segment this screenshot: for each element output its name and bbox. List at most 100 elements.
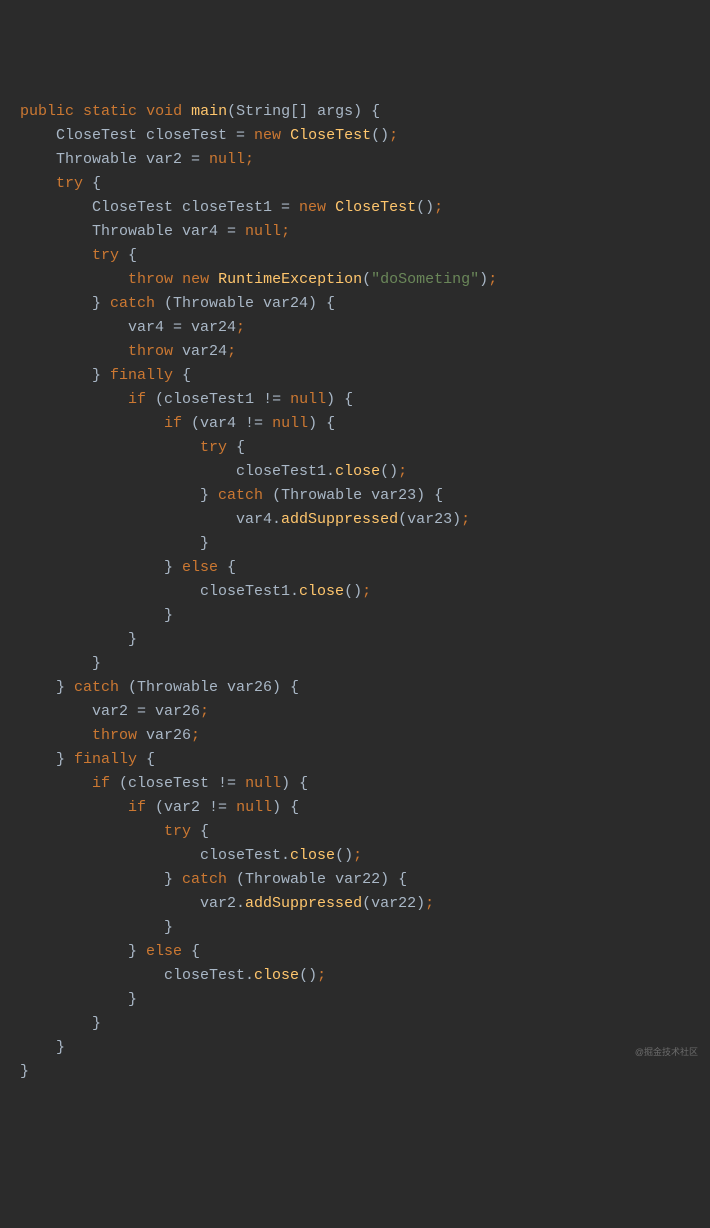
code-token: (Throwable var23) {	[263, 487, 443, 504]
code-line: }	[20, 1036, 700, 1060]
code-token	[326, 199, 335, 216]
code-line: public static void main(String[] args) {	[20, 100, 700, 124]
code-token: new	[299, 199, 326, 216]
code-token: closeTest1.	[20, 463, 335, 480]
code-token: (closeTest !=	[110, 775, 245, 792]
code-token	[20, 727, 92, 744]
code-line: CloseTest closeTest = new CloseTest();	[20, 124, 700, 148]
code-line: }	[20, 1012, 700, 1036]
code-token	[20, 775, 92, 792]
code-line: throw new RuntimeException("doSometing")…	[20, 268, 700, 292]
code-token: (Throwable var26) {	[119, 679, 299, 696]
code-token: {	[191, 823, 209, 840]
code-token: catch	[218, 487, 263, 504]
code-token: CloseTest	[335, 199, 416, 216]
code-token: try	[164, 823, 191, 840]
code-token: {	[182, 943, 200, 960]
code-token: {	[173, 367, 191, 384]
code-line: }	[20, 916, 700, 940]
code-token: }	[20, 631, 137, 648]
code-token	[20, 823, 164, 840]
code-token	[137, 103, 146, 120]
code-token: ) {	[326, 391, 353, 408]
code-token	[20, 439, 200, 456]
code-token: new	[254, 127, 281, 144]
code-token: ;	[236, 319, 245, 336]
code-token: var2.	[20, 895, 245, 912]
code-token: null	[236, 799, 272, 816]
code-token: null	[290, 391, 326, 408]
code-token: var4 = var24	[20, 319, 236, 336]
code-token: public	[20, 103, 74, 120]
code-token: }	[20, 1015, 101, 1032]
code-token: null	[245, 223, 281, 240]
code-token: ()	[335, 847, 353, 864]
code-token: try	[56, 175, 83, 192]
code-token: "doSometing"	[371, 271, 479, 288]
code-token: ()	[380, 463, 398, 480]
code-token: ()	[299, 967, 317, 984]
code-token: (Throwable var24) {	[155, 295, 335, 312]
code-token: var26	[137, 727, 191, 744]
code-token: new	[182, 271, 209, 288]
code-token: ;	[398, 463, 407, 480]
code-token: (String[] args) {	[227, 103, 380, 120]
code-line: } else {	[20, 556, 700, 580]
code-token: }	[20, 919, 173, 936]
code-token: {	[119, 247, 137, 264]
code-token: ;	[488, 271, 497, 288]
code-token: }	[20, 535, 209, 552]
code-line: closeTest1.close();	[20, 460, 700, 484]
code-token: ;	[389, 127, 398, 144]
code-line: }	[20, 628, 700, 652]
code-line: var2.addSuppressed(var22);	[20, 892, 700, 916]
code-line: try {	[20, 820, 700, 844]
code-token: else	[146, 943, 182, 960]
code-token: (closeTest1 !=	[146, 391, 290, 408]
code-token: ;	[281, 223, 290, 240]
code-token: catch	[182, 871, 227, 888]
code-token	[209, 271, 218, 288]
code-token: closeTest1.	[20, 583, 299, 600]
code-token: if	[128, 391, 146, 408]
code-token: close	[290, 847, 335, 864]
code-line: try {	[20, 172, 700, 196]
code-token: if	[92, 775, 110, 792]
code-token: ;	[353, 847, 362, 864]
code-token: }	[20, 871, 182, 888]
code-token: finally	[74, 751, 137, 768]
code-token: (var4 !=	[182, 415, 272, 432]
code-line: } catch (Throwable var26) {	[20, 676, 700, 700]
code-token: }	[20, 487, 218, 504]
code-token: CloseTest closeTest =	[20, 127, 254, 144]
code-token: close	[299, 583, 344, 600]
code-line: }	[20, 532, 700, 556]
code-token: (var22)	[362, 895, 425, 912]
code-token: )	[479, 271, 488, 288]
code-line: }	[20, 604, 700, 628]
code-token: (Throwable var22) {	[227, 871, 407, 888]
code-token: addSuppressed	[245, 895, 362, 912]
code-token: {	[218, 559, 236, 576]
code-token	[281, 127, 290, 144]
code-token: RuntimeException	[218, 271, 362, 288]
code-token: Throwable var2 =	[20, 151, 209, 168]
code-line: throw var24;	[20, 340, 700, 364]
code-token	[20, 175, 56, 192]
code-line: if (var4 != null) {	[20, 412, 700, 436]
code-token: try	[200, 439, 227, 456]
code-line: CloseTest closeTest1 = new CloseTest();	[20, 196, 700, 220]
code-line: } catch (Throwable var23) {	[20, 484, 700, 508]
code-token: }	[20, 943, 146, 960]
code-line: if (closeTest1 != null) {	[20, 388, 700, 412]
code-token: ;	[317, 967, 326, 984]
code-token: var24	[173, 343, 227, 360]
code-token: }	[20, 607, 173, 624]
code-line: closeTest.close();	[20, 964, 700, 988]
code-token: static	[83, 103, 137, 120]
code-line: }	[20, 1060, 700, 1084]
code-token: ()	[371, 127, 389, 144]
code-token: (var23)	[398, 511, 461, 528]
code-token: {	[227, 439, 245, 456]
code-line: var4.addSuppressed(var23);	[20, 508, 700, 532]
